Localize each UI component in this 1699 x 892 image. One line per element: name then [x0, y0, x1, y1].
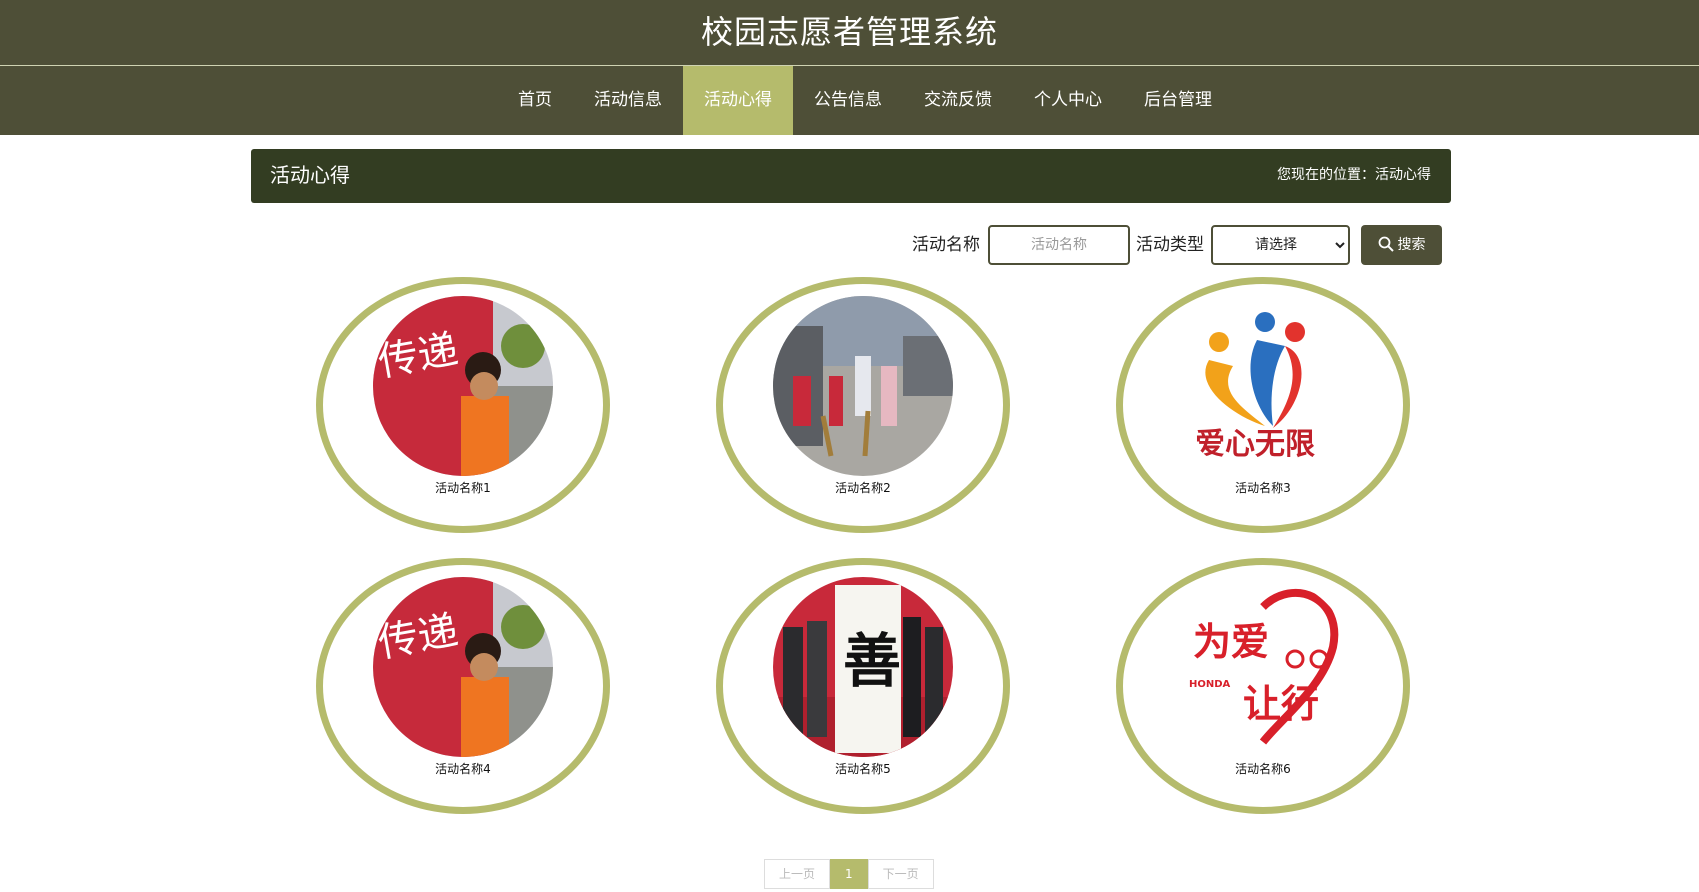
main-nav: 首页 活动信息 活动心得 公告信息 交流反馈 个人中心 后台管理: [0, 66, 1699, 135]
activity-photo[interactable]: 为爱 让行 HONDA: [1173, 577, 1353, 757]
search-button[interactable]: 搜索: [1361, 225, 1442, 265]
activity-card[interactable]: 传递 活动名称1: [316, 277, 610, 533]
activity-card[interactable]: 为爱 让行 HONDA 活动名称6: [1116, 558, 1410, 814]
breadcrumb: 您现在的位置：活动心得: [1277, 149, 1431, 201]
activity-caption[interactable]: 活动名称5: [723, 760, 1003, 777]
nav-item-personal-center[interactable]: 个人中心: [1013, 66, 1123, 135]
nav-item-admin[interactable]: 后台管理: [1123, 66, 1233, 135]
activity-name-label: 活动名称: [912, 235, 980, 255]
activity-caption[interactable]: 活动名称2: [723, 479, 1003, 496]
svg-text:HONDA: HONDA: [1189, 679, 1231, 690]
next-page-button[interactable]: 下一页: [867, 859, 934, 889]
nav-item-activity-info[interactable]: 活动信息: [573, 66, 683, 135]
nav-item-activity-experience[interactable]: 活动心得: [683, 66, 793, 135]
svg-text:善: 善: [843, 627, 901, 695]
section-title-bar: 活动心得 您现在的位置：活动心得: [251, 149, 1451, 203]
nav-item-home[interactable]: 首页: [497, 66, 573, 135]
svg-text:为爱: 为爱: [1193, 620, 1269, 664]
breadcrumb-current[interactable]: 活动心得: [1375, 167, 1431, 183]
nav-item-feedback[interactable]: 交流反馈: [903, 66, 1013, 135]
activity-card[interactable]: 传递 活动名称4: [316, 558, 610, 814]
search-button-label: 搜索: [1397, 237, 1426, 253]
activity-name-input[interactable]: [988, 225, 1130, 265]
svg-text:让行: 让行: [1243, 682, 1319, 726]
svg-text:爱心无限: 爱心无限: [1195, 427, 1315, 462]
activity-type-select[interactable]: 请选择: [1211, 225, 1350, 265]
activity-caption[interactable]: 活动名称3: [1123, 479, 1403, 496]
search-icon: [1378, 236, 1394, 252]
activity-caption[interactable]: 活动名称6: [1123, 760, 1403, 777]
activity-photo[interactable]: 传递: [373, 577, 553, 757]
nav-item-announcements[interactable]: 公告信息: [793, 66, 903, 135]
activity-caption[interactable]: 活动名称1: [323, 479, 603, 496]
activity-photo[interactable]: [773, 296, 953, 476]
activity-photo[interactable]: 传递: [373, 296, 553, 476]
page-number-current[interactable]: 1: [830, 859, 868, 889]
site-title: 校园志愿者管理系统: [700, 13, 998, 51]
page-title: 活动心得: [270, 163, 350, 187]
activity-card[interactable]: 爱心无限 活动名称3: [1116, 277, 1410, 533]
breadcrumb-label: 您现在的位置：: [1277, 167, 1375, 183]
activity-card[interactable]: 善 活动名称5: [716, 558, 1010, 814]
activity-photo[interactable]: 爱心无限: [1173, 296, 1353, 476]
activity-photo[interactable]: 善: [773, 577, 953, 757]
prev-page-button[interactable]: 上一页: [764, 859, 831, 889]
activity-caption[interactable]: 活动名称4: [323, 760, 603, 777]
activity-type-label: 活动类型: [1136, 235, 1204, 255]
activity-card[interactable]: 活动名称2: [716, 277, 1010, 533]
pagination: 上一页 1 下一页: [764, 859, 934, 889]
